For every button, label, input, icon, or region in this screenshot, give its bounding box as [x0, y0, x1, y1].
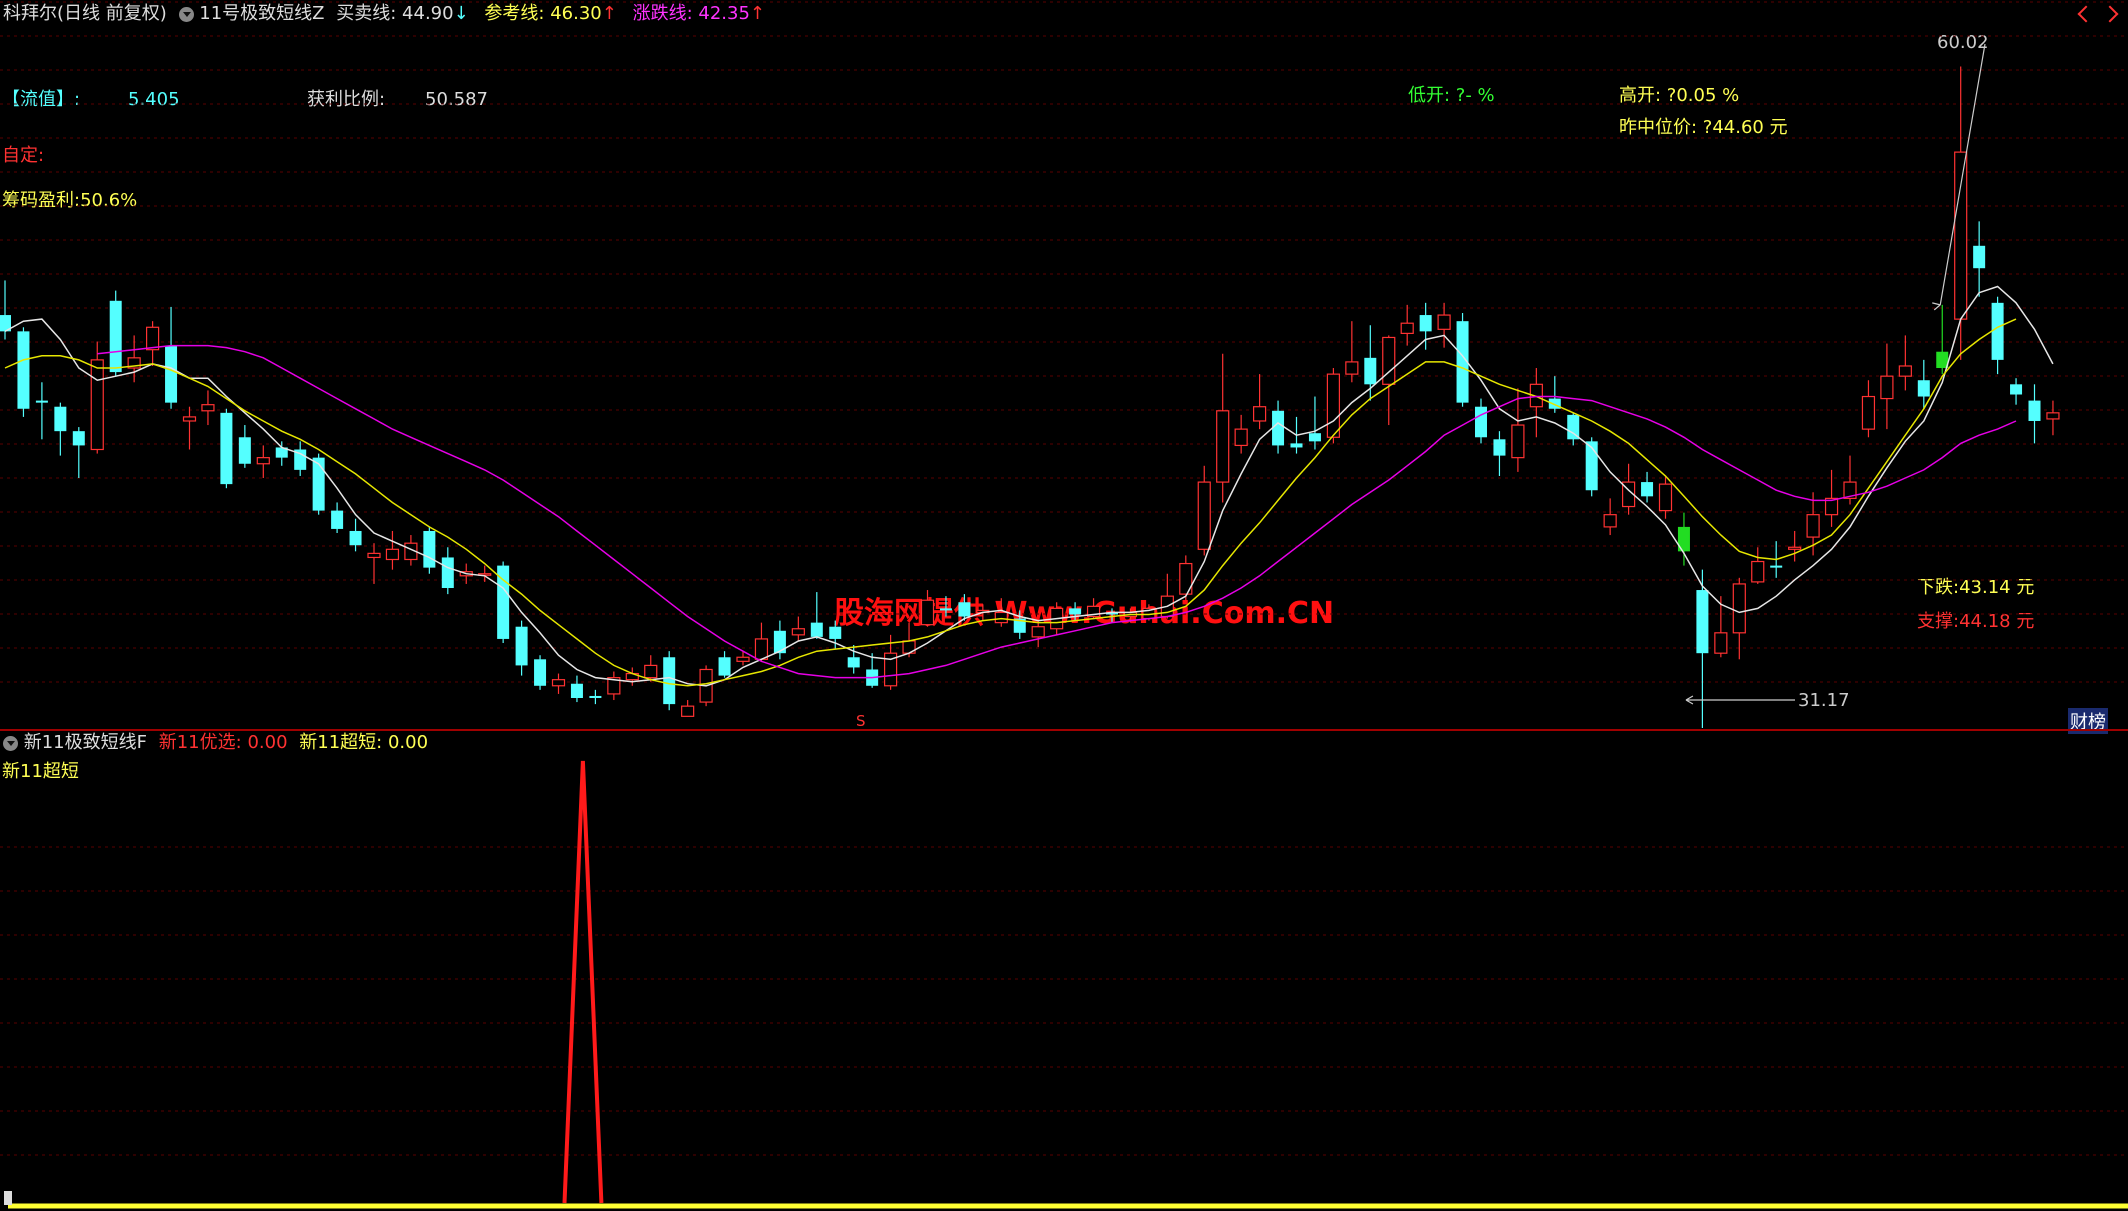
candle-body: [570, 683, 583, 698]
candle-body: [1326, 373, 1341, 438]
ma-yellow-line: [4, 318, 2017, 687]
candle-body: [1290, 443, 1303, 448]
candle-body: [718, 657, 731, 676]
candle-body: [1252, 406, 1267, 422]
candle-body: [1493, 439, 1506, 456]
candle-body: [385, 548, 400, 561]
candle-body: [72, 431, 85, 446]
candle-body: [773, 630, 786, 654]
candle-body: [1031, 626, 1045, 638]
candle-body: [1603, 514, 1617, 528]
candle-body: [829, 626, 842, 639]
candle-body: [1751, 560, 1765, 583]
candle-body: [367, 552, 381, 559]
candle-body: [1382, 336, 1396, 385]
candle-body: [165, 345, 178, 403]
candle-body: [1308, 433, 1321, 442]
candle-body: [146, 326, 160, 351]
candle-body: [441, 557, 454, 589]
candle-body: [1345, 361, 1359, 375]
candle-body: [182, 416, 197, 422]
spike-line: [562, 760, 604, 1204]
candle-body: [1732, 583, 1746, 634]
candle-body: [1861, 395, 1876, 430]
candle-body: [1216, 410, 1230, 483]
candle-body: [1272, 410, 1285, 446]
candle-body: [2010, 384, 2023, 395]
candle-body: [1898, 365, 1912, 377]
candle-body: [1880, 375, 1894, 400]
candle-body: [1641, 482, 1654, 497]
candle-body: [754, 638, 769, 660]
candle-body: [1770, 565, 1783, 568]
candle-body: [1069, 608, 1082, 615]
candle-body: [1234, 428, 1248, 447]
candle-body: [939, 608, 952, 611]
candle-body: [589, 695, 602, 698]
candle-body: [1917, 380, 1930, 397]
candle-body: [1511, 424, 1525, 459]
candle-body: [1400, 322, 1414, 334]
candle-body: [663, 657, 676, 705]
candle-body: [201, 404, 215, 412]
candle-body: [515, 626, 528, 666]
candle-body: [1197, 481, 1211, 550]
candle-body: [2046, 412, 2060, 420]
candle-body: [534, 659, 547, 686]
candle-body: [994, 611, 1008, 624]
candle-body: [1475, 406, 1487, 438]
candle-body: [791, 628, 805, 636]
sub-indicator-chart[interactable]: [0, 731, 2128, 1211]
candlestick-chart[interactable]: [0, 0, 2128, 728]
candle-body: [1954, 151, 1968, 320]
scroll-handle: [4, 1191, 12, 1205]
candle-body: [1696, 590, 1709, 654]
candle-body: [1991, 302, 2004, 360]
candle-body: [2028, 400, 2041, 421]
candle-body: [1419, 315, 1432, 332]
candle-body: [1714, 632, 1728, 654]
candle-body: [220, 412, 233, 485]
candle-body: [736, 656, 750, 662]
candle-body: [312, 457, 325, 511]
candle-body: [551, 679, 566, 687]
candle-body: [1806, 514, 1820, 538]
candle-body: [920, 599, 935, 626]
candle-body: [1973, 245, 1986, 269]
candle-body: [644, 664, 658, 679]
candle-body: [847, 657, 860, 668]
candle-body: [17, 331, 30, 409]
candle-body: [349, 530, 362, 546]
candle-body: [90, 359, 104, 451]
candle-body: [810, 622, 823, 637]
candle-body: [331, 510, 344, 529]
candle-body: [1658, 483, 1673, 512]
candle-body: [423, 530, 436, 568]
candle-body: [256, 457, 270, 465]
candle-body: [1364, 357, 1377, 385]
candle-body: [35, 400, 48, 403]
candle-body: [1788, 546, 1802, 550]
candle-body: [109, 300, 122, 373]
candle-body: [54, 406, 67, 432]
candle-body: [958, 602, 971, 617]
candle-body: [681, 705, 695, 717]
candle-body: [1437, 314, 1451, 330]
candle-body: [238, 437, 251, 464]
